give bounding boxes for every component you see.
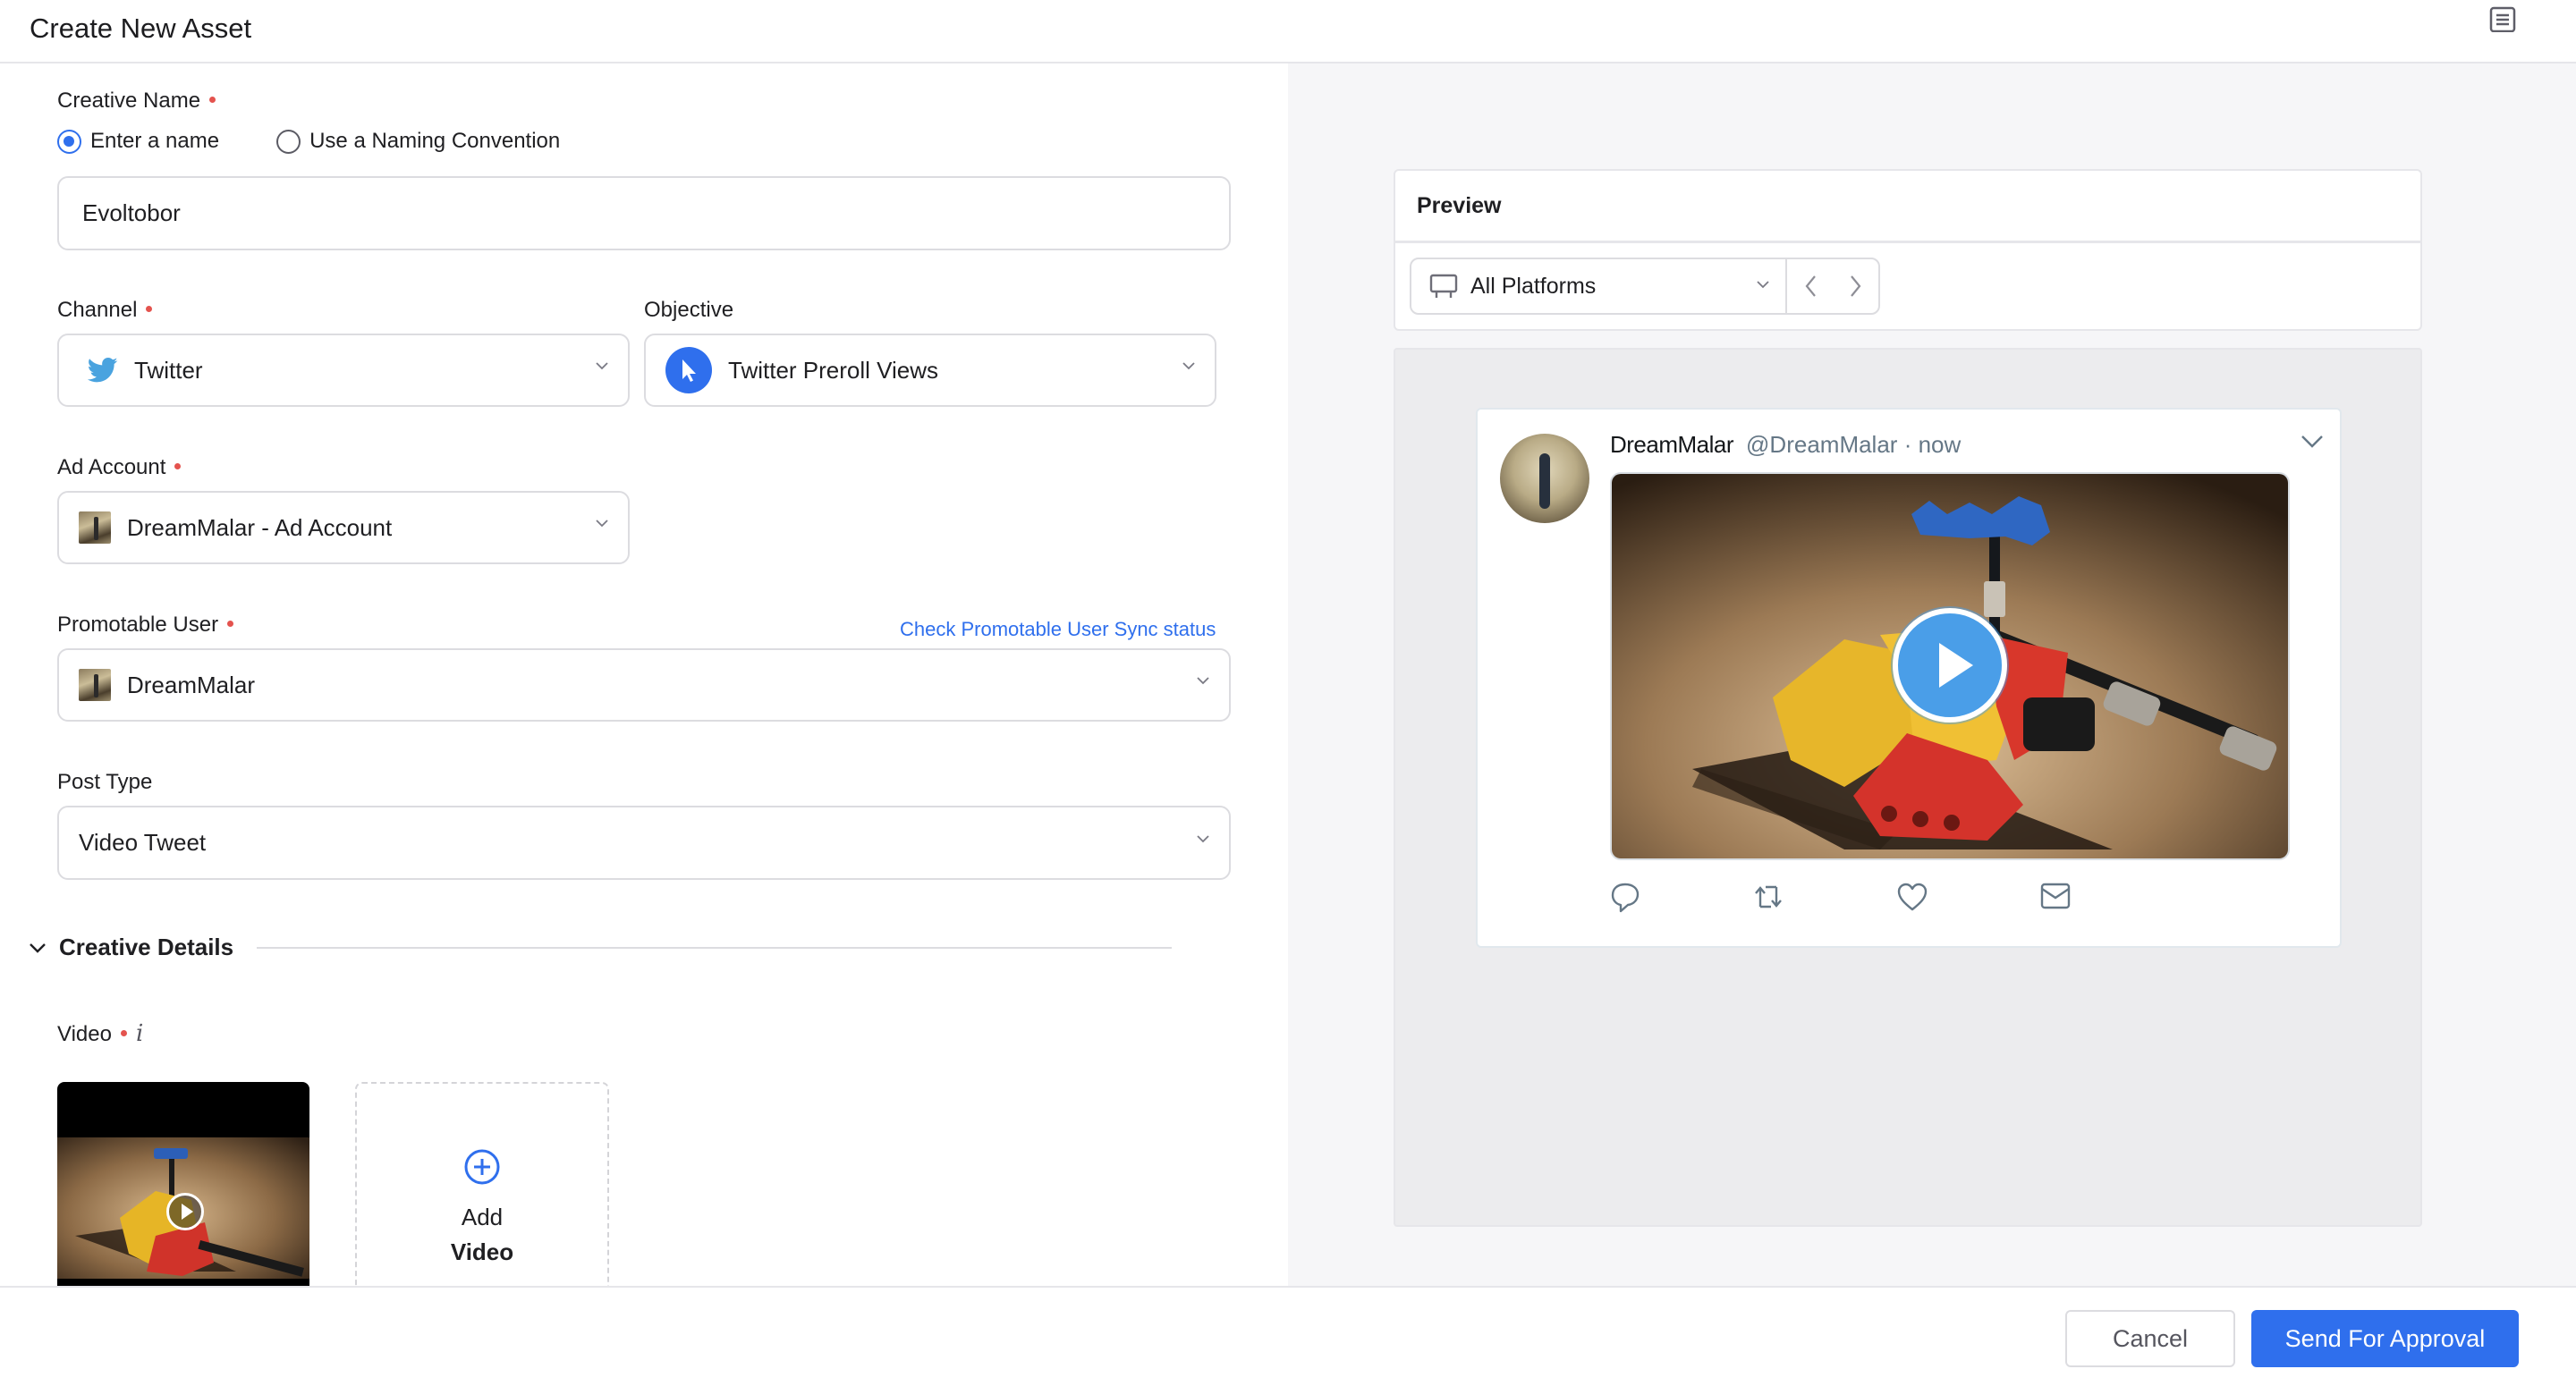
- preview-panel: Preview All Platforms DreamMalar @DreamMa…: [1288, 63, 2576, 1286]
- document-list-icon[interactable]: [2489, 5, 2516, 33]
- chevron-left-icon[interactable]: [1804, 275, 1817, 298]
- promotable-user-select[interactable]: DreamMalar: [57, 648, 1231, 722]
- preview-title: Preview: [1417, 193, 1502, 218]
- required-indicator: [227, 621, 234, 628]
- page-header: Create New Asset: [0, 0, 2576, 63]
- radio-use-naming-convention-label: Use a Naming Convention: [309, 129, 561, 153]
- twitter-bird-icon: [88, 357, 118, 384]
- tweet-handle-text: @DreamMalar: [1746, 431, 1898, 458]
- add-video-button[interactable]: Add Video: [355, 1082, 609, 1286]
- objective-select[interactable]: Twitter Preroll Views: [644, 334, 1216, 407]
- post-type-label-text: Post Type: [57, 770, 153, 794]
- preview-navigation: [1787, 259, 1878, 313]
- radio-enter-a-name[interactable]: Enter a name: [57, 129, 219, 154]
- tweet-header: DreamMalar @DreamMalar · now: [1610, 431, 1961, 459]
- chevron-down-icon[interactable]: [2301, 435, 2324, 453]
- required-indicator: [120, 1030, 127, 1037]
- add-video-label-line1: Add: [461, 1204, 504, 1230]
- objective-label: Objective: [644, 298, 733, 323]
- preview-canvas: DreamMalar @DreamMalar · now: [1394, 348, 2422, 1227]
- tweet-separator: ·: [1903, 431, 1912, 458]
- tweet-handle: @DreamMalar · now: [1746, 431, 1961, 458]
- objective-value: Twitter Preroll Views: [728, 356, 939, 384]
- radio-use-naming-convention[interactable]: Use a Naming Convention: [276, 129, 560, 154]
- required-indicator: [209, 97, 216, 104]
- chevron-down-icon: [1757, 280, 1769, 289]
- form-panel: Creative Name Enter a name Use a Naming …: [0, 63, 1288, 1286]
- ad-account-label: Ad Account: [57, 455, 182, 480]
- promotable-user-label-text: Promotable User: [57, 613, 219, 637]
- channel-label: Channel: [57, 298, 153, 323]
- platform-select[interactable]: All Platforms: [1411, 259, 1787, 313]
- creative-name-value: Evoltobor: [82, 199, 181, 226]
- creative-name-input[interactable]: Evoltobor: [57, 176, 1231, 250]
- profile-avatar: [1500, 434, 1589, 523]
- user-avatar-icon: [79, 669, 111, 701]
- post-type-label: Post Type: [57, 770, 152, 795]
- creative-name-label: Creative Name: [57, 89, 216, 114]
- info-icon[interactable]: i: [136, 1020, 143, 1047]
- cancel-button[interactable]: Cancel: [2065, 1310, 2235, 1367]
- ad-account-label-text: Ad Account: [57, 455, 166, 479]
- creative-name-label-text: Creative Name: [57, 89, 201, 113]
- preview-divider: [1395, 241, 2420, 243]
- account-avatar-icon: [79, 511, 111, 544]
- objective-label-text: Objective: [644, 298, 734, 322]
- tweet-display-name: DreamMalar: [1610, 431, 1734, 458]
- page-title: Create New Asset: [30, 13, 252, 44]
- preview-card: Preview All Platforms: [1394, 169, 2422, 331]
- creative-name-mode: Enter a name Use a Naming Convention: [57, 129, 617, 154]
- platform-selector: All Platforms: [1410, 258, 1880, 315]
- play-video-icon[interactable]: [1893, 608, 2007, 723]
- radio-unchecked-icon[interactable]: [276, 129, 301, 154]
- check-sync-status-link[interactable]: Check Promotable User Sync status: [900, 618, 1216, 641]
- ad-account-select[interactable]: DreamMalar - Ad Account: [57, 491, 630, 564]
- collapse-chevron-icon[interactable]: [27, 937, 48, 959]
- direct-message-icon[interactable]: [2039, 882, 2072, 915]
- uploaded-video-thumbnail[interactable]: [57, 1082, 309, 1286]
- tweet-time: now: [1918, 431, 1962, 458]
- chevron-right-icon[interactable]: [1850, 275, 1862, 298]
- section-divider: [257, 946, 1172, 949]
- required-indicator: [146, 306, 153, 313]
- chevron-down-icon: [596, 519, 608, 531]
- footer-bar: Cancel Send For Approval: [0, 1286, 2576, 1386]
- chevron-down-icon: [1182, 361, 1195, 374]
- creative-details-section: Creative Details: [27, 934, 1172, 961]
- chevron-down-icon: [1197, 834, 1209, 847]
- post-type-value: Video Tweet: [79, 829, 207, 856]
- chevron-down-icon: [1197, 676, 1209, 689]
- video-label-text: Video: [57, 1022, 112, 1046]
- tweet-video[interactable]: [1610, 472, 2290, 860]
- tweet-preview: DreamMalar @DreamMalar · now: [1476, 408, 2342, 948]
- promotable-user-value: DreamMalar: [127, 671, 256, 698]
- channel-value: Twitter: [134, 356, 203, 384]
- creative-details-title[interactable]: Creative Details: [59, 934, 233, 961]
- channel-label-text: Channel: [57, 298, 138, 322]
- platform-value: All Platforms: [1470, 273, 1597, 299]
- ad-account-value: DreamMalar - Ad Account: [127, 513, 393, 541]
- add-circle-icon: [463, 1148, 501, 1186]
- reply-icon[interactable]: [1610, 882, 1640, 918]
- required-indicator: [174, 463, 182, 470]
- post-type-select[interactable]: Video Tweet: [57, 806, 1231, 880]
- promotable-user-label: Promotable User: [57, 613, 234, 638]
- send-for-approval-button[interactable]: Send For Approval: [2251, 1310, 2519, 1367]
- cursor-icon: [665, 347, 712, 393]
- monitor-icon: [1429, 273, 1458, 300]
- radio-enter-a-name-label: Enter a name: [90, 129, 220, 153]
- radio-checked-icon[interactable]: [57, 129, 81, 154]
- like-icon[interactable]: [1896, 882, 1928, 917]
- retweet-icon[interactable]: [1753, 882, 1784, 917]
- tweet-actions: [1610, 882, 2111, 917]
- chevron-down-icon: [596, 361, 608, 374]
- add-video-label-line2: Video: [450, 1238, 514, 1265]
- video-label: Video i: [57, 1020, 143, 1047]
- channel-select[interactable]: Twitter: [57, 334, 630, 407]
- play-icon[interactable]: [166, 1193, 204, 1230]
